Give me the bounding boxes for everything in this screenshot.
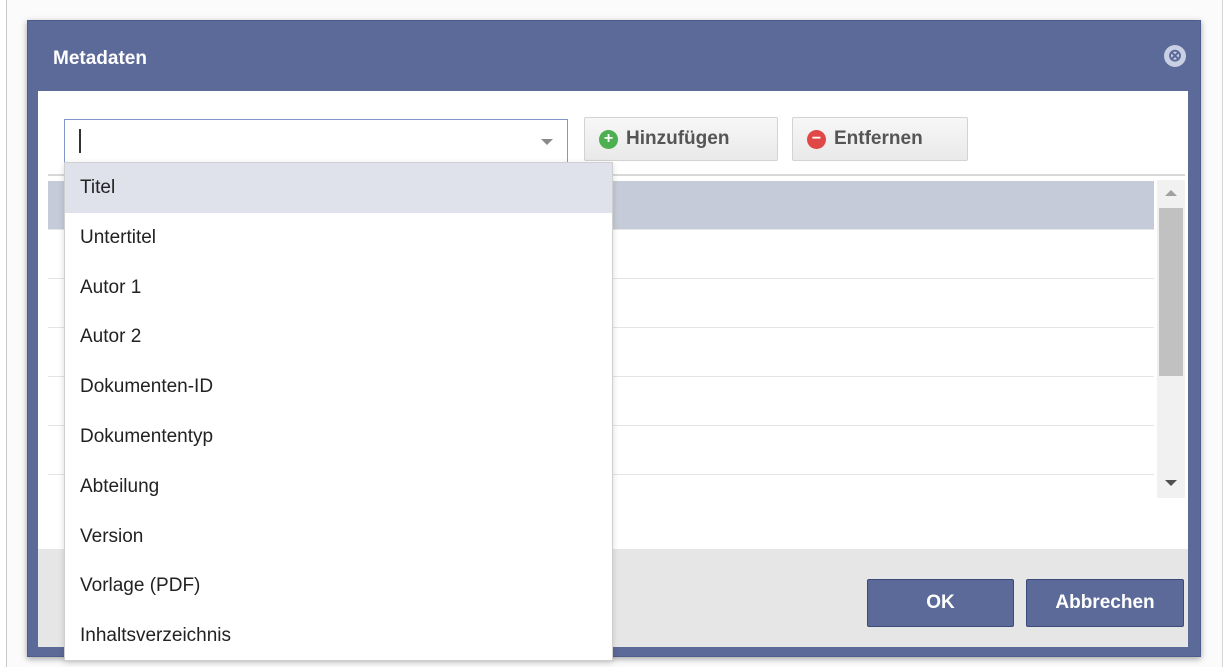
- dropdown-item-autor-1[interactable]: Autor 1: [65, 263, 612, 313]
- ok-button[interactable]: OK: [867, 579, 1014, 627]
- add-button-label: Hinzufügen: [626, 128, 730, 149]
- cancel-button[interactable]: Abbrechen: [1026, 579, 1184, 627]
- vertical-scrollbar[interactable]: [1157, 180, 1185, 498]
- scroll-down-icon[interactable]: [1165, 480, 1177, 486]
- dropdown-item-dokumententyp[interactable]: Dokumententyp: [65, 412, 612, 462]
- metadata-dropdown-list: Titel Untertitel Autor 1 Autor 2 Dokumen…: [64, 162, 613, 661]
- dropdown-item-abteilung[interactable]: Abteilung: [65, 462, 612, 512]
- minus-icon: −: [807, 129, 826, 149]
- dropdown-item-untertitel[interactable]: Untertitel: [65, 213, 612, 263]
- remove-button[interactable]: − Entfernen: [792, 117, 968, 161]
- remove-button-label: Entfernen: [834, 128, 923, 149]
- add-button[interactable]: + Hinzufügen: [584, 117, 778, 161]
- dropdown-item-autor-2[interactable]: Autor 2: [65, 312, 612, 362]
- dropdown-item-titel[interactable]: Titel: [65, 163, 612, 213]
- scroll-thumb[interactable]: [1159, 208, 1183, 376]
- dropdown-item-inhaltsverzeichnis[interactable]: Inhaltsverzeichnis: [65, 611, 612, 661]
- dropdown-arrow-icon[interactable]: [541, 139, 553, 145]
- dropdown-item-vorlage-pdf[interactable]: Vorlage (PDF): [65, 561, 612, 611]
- dropdown-item-dokumenten-id[interactable]: Dokumenten-ID: [65, 362, 612, 412]
- dialog-title: Metadaten: [53, 48, 147, 69]
- metadata-input[interactable]: [73, 124, 517, 160]
- text-cursor: [79, 129, 81, 153]
- dropdown-item-version[interactable]: Version: [65, 512, 612, 562]
- close-icon[interactable]: ⊗: [1164, 45, 1186, 67]
- scroll-up-icon[interactable]: [1165, 190, 1177, 196]
- metadata-combobox[interactable]: [64, 119, 568, 163]
- plus-icon: +: [599, 129, 618, 149]
